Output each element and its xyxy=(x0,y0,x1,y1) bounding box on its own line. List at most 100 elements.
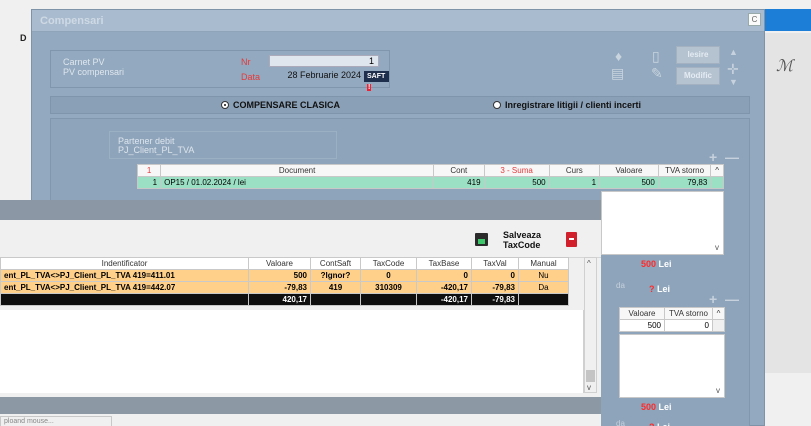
cell-contsaft[interactable]: 419 xyxy=(310,281,361,294)
table-row[interactable]: ent_PL_TVA<>PJ_Client_PL_TVA 419=442.07 … xyxy=(0,281,569,294)
scroll-thumb[interactable] xyxy=(586,370,595,382)
cell-taxbase[interactable]: -420,17 xyxy=(416,281,472,294)
remove-row-icon[interactable]: — xyxy=(725,291,739,307)
cell-identificator[interactable]: ent_PL_TVA<>PJ_Client_PL_TVA 419=442.07 xyxy=(0,281,249,294)
grid-header[interactable]: Curs xyxy=(548,164,601,177)
partener-value: PJ_Client_PL_TVA xyxy=(118,145,195,155)
cell-taxcode[interactable]: 0 xyxy=(360,269,417,282)
iesire-button[interactable]: Iesire xyxy=(676,46,720,64)
saft-badge-label: SAFT xyxy=(367,73,386,80)
vertical-scrollbar[interactable]: ^ v xyxy=(584,257,597,393)
scroll-up-icon[interactable]: ^ xyxy=(710,164,724,177)
scroll-up-icon[interactable]: ^ xyxy=(587,259,591,268)
save-taxcode-label: Salveaza TaxCode xyxy=(503,230,541,250)
add-row-icon[interactable]: + xyxy=(709,291,717,307)
grid-cell[interactable]: 79,83 xyxy=(657,176,712,189)
cell-manual[interactable]: Da xyxy=(518,281,569,294)
grid-cell[interactable]: 500 xyxy=(619,319,665,332)
edit-icon[interactable]: ✎ xyxy=(651,65,663,82)
remove-row-icon[interactable]: — xyxy=(725,149,739,165)
cell-identificator[interactable]: ent_PL_TVA<>PJ_Client_PL_TVA 419=411.01 xyxy=(0,269,249,282)
scroll-down-icon[interactable]: v xyxy=(716,386,720,395)
right-titlebar xyxy=(765,9,811,31)
scroll-down-icon[interactable]: v xyxy=(587,383,591,392)
grid-cell[interactable]: 1 xyxy=(136,176,162,189)
table-row[interactable]: ent_PL_TVA<>PJ_Client_PL_TVA 419=411.01 … xyxy=(0,269,569,282)
col-header[interactable]: Manual xyxy=(518,257,569,270)
total-4-value: ? xyxy=(649,422,655,426)
total-taxbase: -420,17 xyxy=(416,293,472,306)
lower-grid-empty-area: v xyxy=(619,334,725,398)
grid-cell[interactable]: 419 xyxy=(433,176,485,189)
scrollbar[interactable] xyxy=(712,319,725,332)
radio-label-1: COMPENSARE CLASICA xyxy=(233,100,341,110)
total-valoare: 420,17 xyxy=(248,293,311,306)
scroll-down-icon[interactable]: ▼ xyxy=(729,77,738,87)
col-header[interactable]: Indentificator xyxy=(0,257,249,270)
radio-inregistrare-litigii[interactable]: Inregistrare litigii / clienti incerti xyxy=(493,100,641,110)
grid-header[interactable]: 1 xyxy=(136,164,162,177)
col-header[interactable]: TaxBase xyxy=(416,257,472,270)
total-2: ? Lei xyxy=(649,284,670,294)
table-row[interactable]: 1 OP15 / 01.02.2024 / lei 419 500 1 500 … xyxy=(136,176,724,189)
grid-header[interactable]: Valoare xyxy=(619,307,665,320)
add-row-icon[interactable]: + xyxy=(709,149,717,165)
radio-compensare-clasica[interactable]: COMPENSARE CLASICA xyxy=(221,100,340,110)
scroll-up-icon[interactable]: ^ xyxy=(712,307,725,320)
data-field[interactable]: 28 Februarie 2024 xyxy=(269,70,361,82)
taxcode-toolbar: Salveaza TaxCode xyxy=(0,220,601,258)
total-3-currency: Lei xyxy=(658,402,672,412)
right-panel xyxy=(765,33,811,373)
pv-label: PV compensari xyxy=(63,67,125,77)
lightbulb-icon[interactable]: ♦ xyxy=(615,48,622,64)
data-label: Data xyxy=(241,72,261,82)
scroll-up-icon[interactable]: ▲ xyxy=(729,47,738,57)
grid-cell[interactable]: 500 xyxy=(483,176,550,189)
status-field: ploand mouse... xyxy=(0,416,112,426)
grid-header[interactable]: TVA storno xyxy=(664,307,713,320)
grid-cell[interactable]: OP15 / 01.02.2024 / lei xyxy=(160,176,435,189)
document-icon[interactable]: ▯ xyxy=(652,48,660,65)
mode-band: COMPENSARE CLASICA Inregistrare litigii … xyxy=(50,96,750,114)
table-row[interactable]: 500 0 xyxy=(619,319,725,332)
close-button[interactable]: C xyxy=(748,13,761,26)
grid-cell[interactable]: 0 xyxy=(664,319,713,332)
cell-manual[interactable]: Nu xyxy=(518,269,569,282)
col-header[interactable]: Valoare xyxy=(248,257,311,270)
taxcode-table: Indentificator Valoare ContSaft TaxCode … xyxy=(0,257,569,306)
save-taxcode-button[interactable]: Salveaza TaxCode xyxy=(475,229,547,253)
grid-header[interactable]: Valoare xyxy=(599,164,659,177)
cell-taxcode[interactable]: 310309 xyxy=(360,281,417,294)
grid-cell[interactable]: 500 xyxy=(599,176,659,189)
total-cell xyxy=(310,293,361,306)
grid-cell[interactable]: 1 xyxy=(548,176,601,189)
side-label: da xyxy=(616,281,625,290)
col-header[interactable]: TaxVal xyxy=(471,257,519,270)
total-3-value: 500 xyxy=(641,402,657,412)
grid-header[interactable]: Cont xyxy=(433,164,485,177)
partener-box: Partener debit PJ_Client_PL_TVA xyxy=(109,131,337,159)
nr-field[interactable]: 1 xyxy=(269,55,379,67)
col-header[interactable]: TaxCode xyxy=(360,257,417,270)
cell-contsaft[interactable]: ?Ignor? xyxy=(310,269,361,282)
cell-taxval[interactable]: -79,83 xyxy=(471,281,519,294)
saft-badge[interactable]: SAFT ! xyxy=(364,71,389,91)
cell-valoare[interactable]: -79,83 xyxy=(248,281,311,294)
grid-header[interactable]: Document xyxy=(160,164,435,177)
cell-valoare[interactable]: 500 xyxy=(248,269,311,282)
app-logo-icon: ℳ xyxy=(776,56,794,75)
total-4: ? Lei xyxy=(649,422,670,426)
scrollbar[interactable] xyxy=(710,176,724,189)
scroll-down-icon[interactable]: v xyxy=(715,243,719,252)
cell-taxbase[interactable]: 0 xyxy=(416,269,472,282)
modific-button[interactable]: Modific xyxy=(676,67,720,85)
exit-icon[interactable] xyxy=(566,232,577,247)
cell-taxval[interactable]: 0 xyxy=(471,269,519,282)
taxcode-empty-area xyxy=(0,310,584,393)
grid-header[interactable]: TVA storno xyxy=(657,164,712,177)
col-header[interactable]: ContSaft xyxy=(310,257,361,270)
printer-icon[interactable]: ▤ xyxy=(611,65,624,82)
save-icon xyxy=(475,233,488,246)
add-icon[interactable]: ✛ xyxy=(727,61,739,78)
grid-header[interactable]: 3 - Suma xyxy=(483,164,550,177)
